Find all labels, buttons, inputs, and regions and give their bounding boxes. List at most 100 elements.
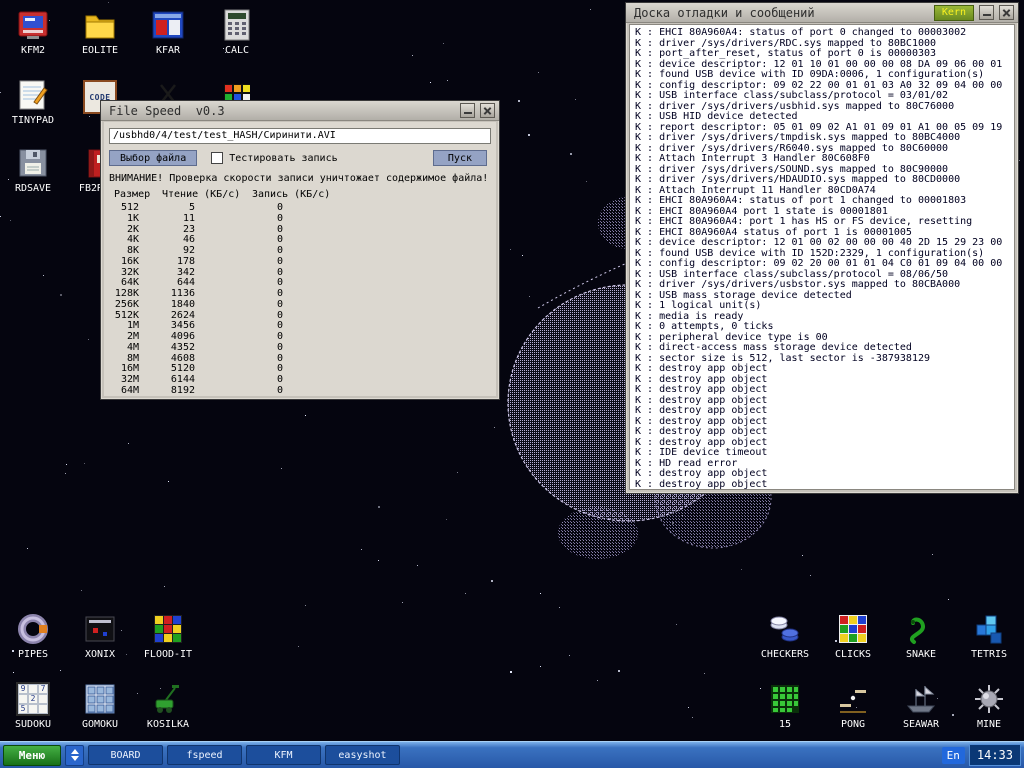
minimize-button[interactable]	[460, 103, 475, 118]
desktop-icon-label: CLICKS	[825, 649, 881, 660]
notepad-icon	[16, 78, 50, 112]
speed-table-row: 4K460	[109, 235, 491, 246]
desktop-icon-label: PONG	[825, 719, 881, 730]
desktop-icon-label: KFAR	[140, 45, 196, 56]
file-path-input[interactable]: /usbhd0/4/test/test_HASH/Сиринити.AVI	[109, 128, 491, 144]
desktop-icon-tetris[interactable]: TETRIS	[961, 612, 1017, 660]
desktop-icon-label: MINE	[961, 719, 1017, 730]
log-line: K : direct-access mass storage device de…	[635, 343, 1014, 354]
speed-table-row: 2K230	[109, 225, 491, 236]
debug-log: K : EHCI 80A960A4: status of port 0 chan…	[629, 24, 1015, 490]
desktop-switch-button[interactable]	[65, 745, 84, 766]
minimize-button[interactable]	[979, 5, 994, 20]
log-line: K : USB interface class/subclass/protoco…	[635, 91, 1014, 102]
taskbar: Меню BOARD fspeed KFM easyshot En 14:33	[0, 741, 1024, 768]
minimize-icon	[464, 112, 472, 114]
desktop-icon-tinypad[interactable]: TINYPAD	[5, 78, 61, 126]
gomoku-icon	[83, 682, 117, 716]
speed-table-row: 512K26240	[109, 311, 491, 322]
checkers-icon	[768, 612, 802, 646]
close-button[interactable]	[480, 103, 495, 118]
desktop-icon-label: EOLITE	[72, 45, 128, 56]
speed-table-row: 16K1780	[109, 257, 491, 268]
minimize-icon	[983, 14, 991, 16]
calculator-icon	[220, 8, 254, 42]
log-line: K : 1 logical unit(s)	[635, 301, 1014, 312]
task-button-kfm[interactable]: KFM	[246, 745, 321, 765]
log-line: K : IDE device timeout	[635, 448, 1014, 459]
log-line: K : EHCI 80A960A4: status of port 1 chan…	[635, 196, 1014, 207]
ship-icon	[904, 682, 938, 716]
task-button-fspeed[interactable]: fspeed	[167, 745, 242, 765]
debug-board-window: Доска отладки и сообщений Kern K : EHCI …	[625, 2, 1019, 494]
log-line: K : EHCI 80A960A4: port 1 has HS or FS d…	[635, 217, 1014, 228]
close-button[interactable]	[999, 5, 1014, 20]
desktop-icon-pipes[interactable]: PIPES	[5, 612, 61, 660]
desktop-icon-label: TINYPAD	[5, 115, 61, 126]
log-line: K : destroy app object	[635, 469, 1014, 480]
speed-table-row: 64M81920	[109, 386, 491, 396]
board-titlebar[interactable]: Доска отладки и сообщений Kern	[626, 3, 1018, 23]
clock[interactable]: 14:33	[969, 744, 1021, 766]
start-button[interactable]: Пуск	[433, 150, 487, 166]
desktop-icon-kfm2[interactable]: KFM2	[5, 8, 61, 56]
floodit-icon	[151, 612, 185, 646]
desktop-icon-gomoku[interactable]: GOMOKU	[72, 682, 128, 730]
task-button-board[interactable]: BOARD	[88, 745, 163, 765]
desktop-icon-kosilka[interactable]: KOSILKA	[140, 682, 196, 730]
desktop-icon-eolite[interactable]: EOLITE	[72, 8, 128, 56]
desktop-icon-floodit[interactable]: FLOOD-IT	[140, 612, 196, 660]
desktop-icon-calc[interactable]: CALC	[209, 8, 265, 56]
speed-table-row: 8K920	[109, 246, 491, 257]
speed-table-header: Размер Чтение (КБ/с) Запись (КБ/с)	[109, 189, 491, 201]
desktop-icon-mine[interactable]: MINE	[961, 682, 1017, 730]
desktop-icon-rdsave[interactable]: RDSAVE	[5, 146, 61, 194]
window-title: Доска отладки и сообщений	[634, 6, 815, 20]
desktop-icon-checkers[interactable]: CHECKERS	[757, 612, 813, 660]
column-write: Запись (КБ/с)	[252, 189, 330, 200]
speed-table-row: 51250	[109, 203, 491, 214]
speed-table-row: 8M46080	[109, 354, 491, 365]
desktop-icon-xonix[interactable]: XONIX	[72, 612, 128, 660]
desktop-icon-label: GOMOKU	[72, 719, 128, 730]
computer-icon	[16, 8, 50, 42]
desktop-icon-pong[interactable]: PONG	[825, 682, 881, 730]
desktop-icon-fifteen[interactable]: 15	[757, 682, 813, 730]
log-line: K : config descriptor: 09 02 20 00 01 01…	[635, 259, 1014, 270]
test-write-checkbox[interactable]	[211, 152, 223, 164]
desktop: KFM2 EOLITE KFAR CALC TINYPAD CODE RDSAV…	[0, 0, 1024, 768]
desktop-icon-label: XONIX	[72, 649, 128, 660]
column-size: Размер	[114, 189, 150, 200]
log-line: K : EHCI 80A960A4: status of port 0 chan…	[635, 28, 1014, 39]
desktop-icon-clicks[interactable]: CLICKS	[825, 612, 881, 660]
tetris-icon	[972, 612, 1006, 646]
column-read: Чтение (КБ/с)	[162, 189, 240, 200]
log-line: K : destroy app object	[635, 385, 1014, 396]
log-line: K : driver /sys/drivers/usbstor.sys mapp…	[635, 280, 1014, 291]
language-indicator[interactable]: En	[942, 747, 965, 764]
kern-button[interactable]: Kern	[934, 5, 974, 21]
speed-table: 512501K1102K2304K4608K92016K178032K34206…	[109, 203, 491, 396]
desktop-icon-label: SNAKE	[893, 649, 949, 660]
menu-button[interactable]: Меню	[3, 745, 61, 766]
fspeed-titlebar[interactable]: File Speed v0.3	[101, 101, 499, 121]
warning-text: ВНИМАНИЕ! Проверка скорости записи уничт…	[109, 173, 491, 184]
task-button-easyshot[interactable]: easyshot	[325, 745, 400, 765]
choose-file-button[interactable]: Выбор файла	[109, 150, 197, 166]
log-line: K : 0 attempts, 0 ticks	[635, 322, 1014, 333]
window-title: File Speed v0.3	[109, 104, 225, 118]
desktop-icon-snake[interactable]: SNAKE	[893, 612, 949, 660]
log-line: K : driver /sys/drivers/tmpdisk.sys mapp…	[635, 133, 1014, 144]
clicks-icon	[836, 612, 870, 646]
desktop-icon-label: CALC	[209, 45, 265, 56]
log-line: K : destroy app object	[635, 364, 1014, 375]
desktop-icon-kfar[interactable]: KFAR	[140, 8, 196, 56]
desktop-icon-label: RDSAVE	[5, 183, 61, 194]
speed-table-row: 128K11360	[109, 289, 491, 300]
desktop-icon-seawar[interactable]: SEAWAR	[893, 682, 949, 730]
log-line: K : found USB device with ID 09DA:0006, …	[635, 70, 1014, 81]
speed-table-row: 4M43520	[109, 343, 491, 354]
lawnmower-icon	[151, 682, 185, 716]
desktop-icon-sudoku[interactable]: 97 2 5 SUDOKU	[5, 682, 61, 730]
desktop-icon-label: CHECKERS	[757, 649, 813, 660]
